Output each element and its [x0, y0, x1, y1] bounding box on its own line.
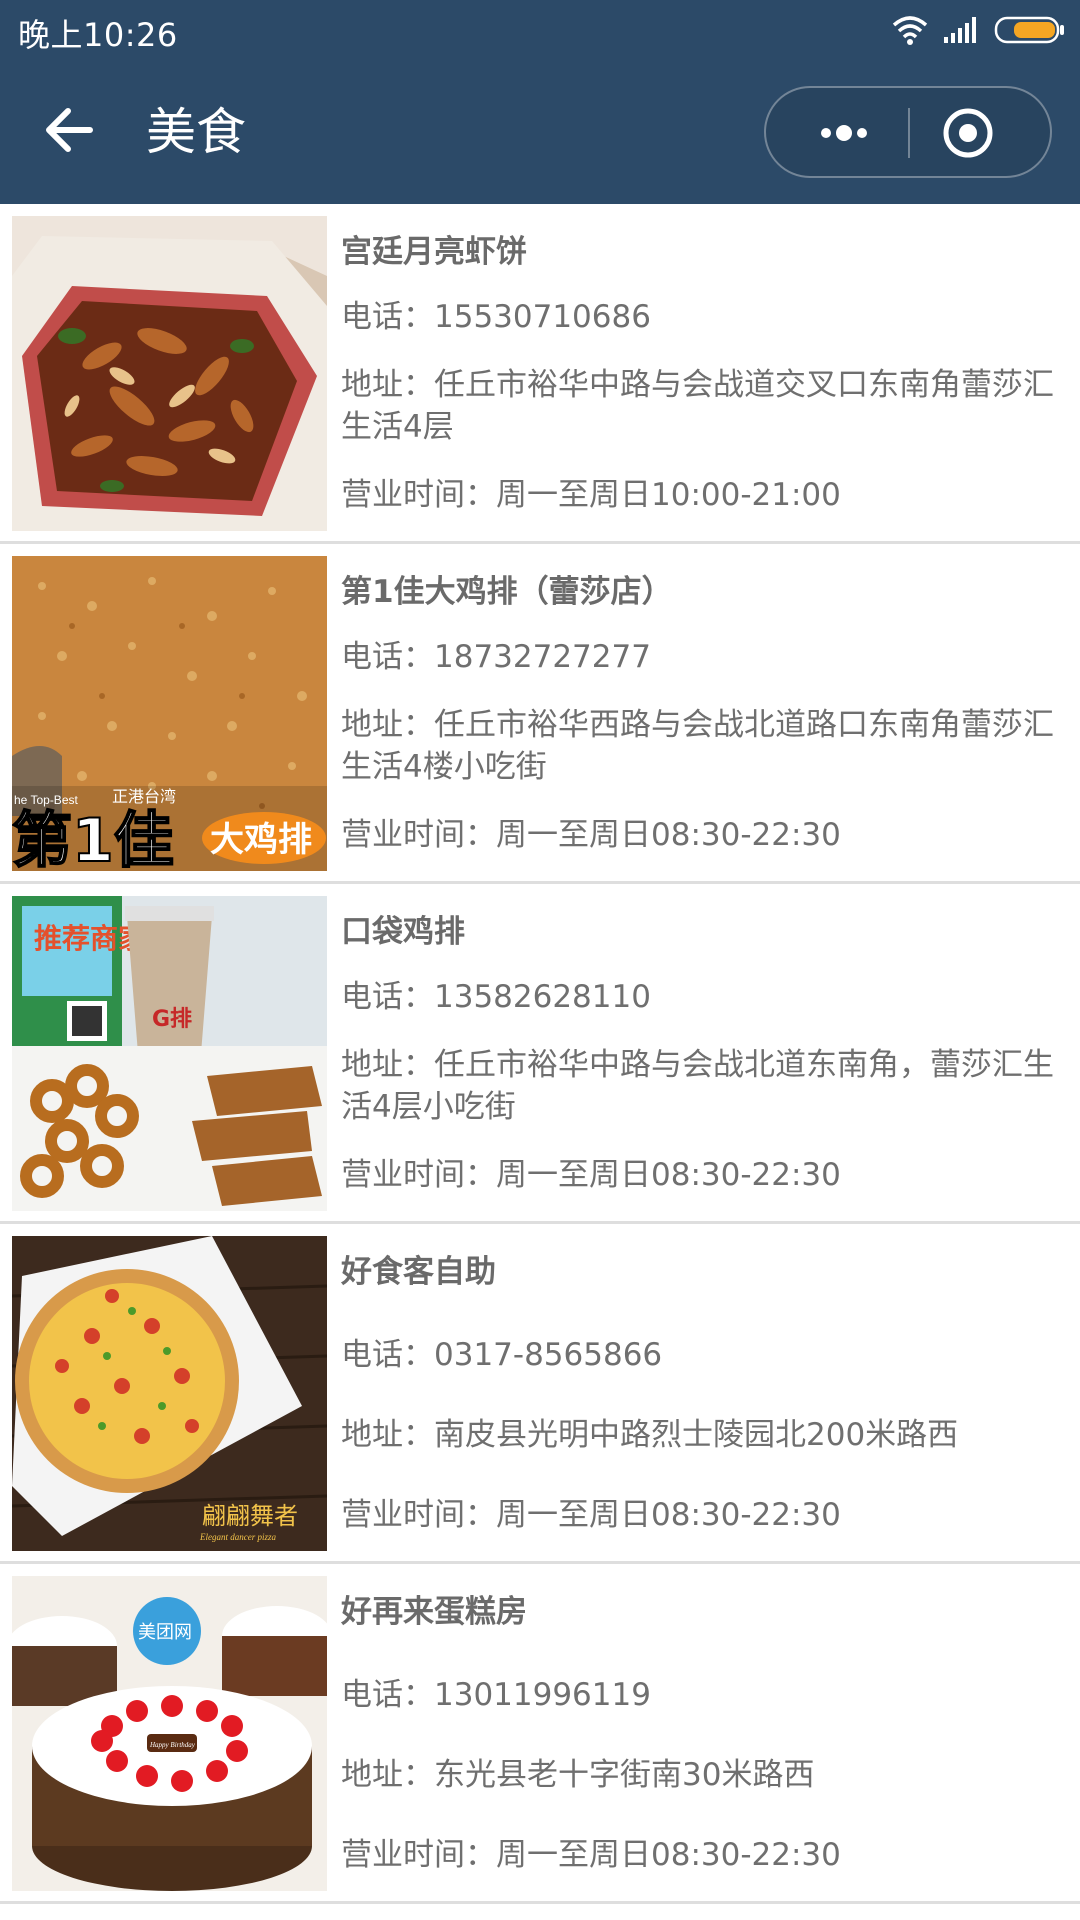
phone-label: 电话： — [341, 979, 434, 1015]
address-label: 地址： — [341, 1047, 434, 1083]
address-value: 东光县老十字街南30米路西 — [434, 1757, 815, 1793]
address-label: 地址： — [341, 1757, 434, 1793]
address-value: 任丘市裕华中路与会战北道东南角，蕾莎汇生活4层小吃街 — [341, 1047, 1054, 1125]
status-time: 晚上10:26 — [18, 16, 178, 54]
signal-icon — [944, 17, 976, 43]
mini-program-capsule — [764, 86, 1052, 178]
hours-value: 周一至周日10:00-21:00 — [496, 477, 841, 513]
chicken-steak-photo: he Top-Best 正港台湾 第1佳 大鸡排 — [12, 556, 327, 871]
shop-photo: 美团网 Happy Birthday — [12, 1576, 327, 1891]
battery-icon — [994, 16, 1064, 44]
address-value: 任丘市裕华西路与会战北道路口东南角蕾莎汇生活4楼小吃街 — [341, 707, 1054, 785]
shop-photo: 推荐商家 G排 — [12, 896, 327, 1211]
more-button[interactable] — [784, 98, 904, 168]
shop-list-item[interactable]: 美团网 Happy Birthday 好再来蛋糕房 电话：13011996119… — [0, 1564, 1080, 1904]
target-close-icon — [943, 108, 993, 158]
shop-hours: 营业时间：周一至周日08:30-22:30 — [341, 814, 841, 856]
shop-photo: 翩翩舞者 Elegant dancer pizza — [12, 1236, 327, 1551]
capsule-divider — [908, 108, 910, 158]
image-badge: 大鸡排 — [210, 820, 312, 860]
image-plaque: Happy Birthday — [149, 1741, 196, 1749]
shop-hours: 营业时间：周一至周日08:30-22:30 — [341, 1834, 841, 1876]
shop-name: 好再来蛋糕房 — [341, 1594, 527, 1630]
back-button[interactable] — [40, 100, 110, 160]
shop-address: 地址：南皮县光明中路烈士陵园北200米路西 — [341, 1414, 1066, 1456]
hours-label: 营业时间： — [341, 1157, 496, 1193]
hours-value: 周一至周日08:30-22:30 — [496, 817, 841, 853]
hours-label: 营业时间： — [341, 477, 496, 513]
shop-name: 第1佳大鸡排（蕾莎店） — [341, 574, 673, 610]
phone-value: 13011996119 — [434, 1677, 651, 1713]
shop-list-item[interactable]: he Top-Best 正港台湾 第1佳 大鸡排 第1佳大鸡排（蕾莎店） 电话：… — [0, 544, 1080, 884]
shop-phone: 电话：0317-8565866 — [341, 1334, 662, 1376]
image-brand: 第1佳 — [12, 806, 174, 871]
address-value: 南皮县光明中路烈士陵园北200米路西 — [434, 1417, 959, 1453]
hours-label: 营业时间： — [341, 1837, 496, 1873]
shop-phone: 电话：13011996119 — [341, 1674, 651, 1716]
shop-name: 好食客自助 — [341, 1254, 496, 1290]
phone-label: 电话： — [341, 1337, 434, 1373]
shop-address: 地址：任丘市裕华中路与会战道交叉口东南角蕾莎汇生活4层 — [341, 364, 1066, 448]
phone-value: 0317-8565866 — [434, 1337, 663, 1373]
shop-address: 地址：任丘市裕华西路与会战北道路口东南角蕾莎汇生活4楼小吃街 — [341, 704, 1066, 788]
hours-value: 周一至周日08:30-22:30 — [496, 1837, 841, 1873]
address-value: 任丘市裕华中路与会战道交叉口东南角蕾莎汇生活4层 — [341, 367, 1054, 445]
hours-label: 营业时间： — [341, 817, 496, 853]
shop-hours: 营业时间：周一至周日08:30-22:30 — [341, 1494, 841, 1536]
hours-value: 周一至周日08:30-22:30 — [496, 1157, 841, 1193]
shop-photo: he Top-Best 正港台湾 第1佳 大鸡排 — [12, 556, 327, 871]
page-title: 美食 — [146, 103, 246, 161]
close-mini-program-button[interactable] — [920, 98, 1040, 168]
phone-label: 电话： — [341, 639, 434, 675]
shop-phone: 电话：18732727277 — [341, 636, 651, 678]
shop-list-item[interactable]: 宫廷月亮虾饼 电话：15530710686 地址：任丘市裕华中路与会战道交叉口东… — [0, 204, 1080, 544]
status-bar: 晚上10:26 — [0, 0, 1080, 62]
shop-hours: 营业时间：周一至周日08:30-22:30 — [341, 1154, 841, 1196]
back-arrow-icon — [46, 108, 93, 152]
navigation-bar: 美食 — [0, 62, 1080, 204]
address-label: 地址： — [341, 367, 434, 403]
more-dots-icon — [821, 125, 867, 141]
phone-value: 13582628110 — [434, 979, 651, 1015]
phone-label: 电话： — [341, 1677, 434, 1713]
image-caption-cn: 正港台湾 — [112, 787, 176, 806]
address-label: 地址： — [341, 707, 434, 743]
shrimp-cake-photo — [12, 216, 327, 531]
image-brand: 翩翩舞者 — [202, 1502, 298, 1530]
shop-phone: 电话：15530710686 — [341, 296, 651, 338]
image-caption-en: he Top-Best — [14, 793, 78, 807]
shop-photo — [12, 216, 327, 531]
shop-list: 宫廷月亮虾饼 电话：15530710686 地址：任丘市裕华中路与会战道交叉口东… — [0, 204, 1080, 1904]
image-cup-logo: G排 — [152, 1007, 192, 1032]
phone-value: 18732727277 — [434, 639, 651, 675]
phone-label: 电话： — [341, 299, 434, 335]
shop-address: 地址：任丘市裕华中路与会战北道东南角，蕾莎汇生活4层小吃街 — [341, 1044, 1066, 1128]
image-sub: Elegant dancer pizza — [199, 1532, 276, 1542]
wifi-icon — [892, 16, 928, 45]
address-label: 地址： — [341, 1417, 434, 1453]
shop-phone: 电话：13582628110 — [341, 976, 651, 1018]
shop-hours: 营业时间：周一至周日10:00-21:00 — [341, 474, 841, 516]
shop-list-item[interactable]: 翩翩舞者 Elegant dancer pizza 好食客自助 电话：0317-… — [0, 1224, 1080, 1564]
fried-chicken-photo: 推荐商家 G排 — [12, 896, 327, 1211]
shop-name: 口袋鸡排 — [341, 914, 465, 950]
hours-value: 周一至周日08:30-22:30 — [496, 1497, 841, 1533]
pizza-photo: 翩翩舞者 Elegant dancer pizza — [12, 1236, 327, 1551]
hours-label: 营业时间： — [341, 1497, 496, 1533]
phone-value: 15530710686 — [434, 299, 651, 335]
shop-address: 地址：东光县老十字街南30米路西 — [341, 1754, 1066, 1796]
status-icons — [892, 12, 1066, 48]
shop-name: 宫廷月亮虾饼 — [341, 234, 527, 270]
cake-photo: 美团网 Happy Birthday — [12, 1576, 327, 1891]
image-badge: 美团网 — [138, 1622, 192, 1643]
shop-list-item[interactable]: 推荐商家 G排 口袋鸡排 电话：13582628110 地址：任丘市裕华中路与会… — [0, 884, 1080, 1224]
